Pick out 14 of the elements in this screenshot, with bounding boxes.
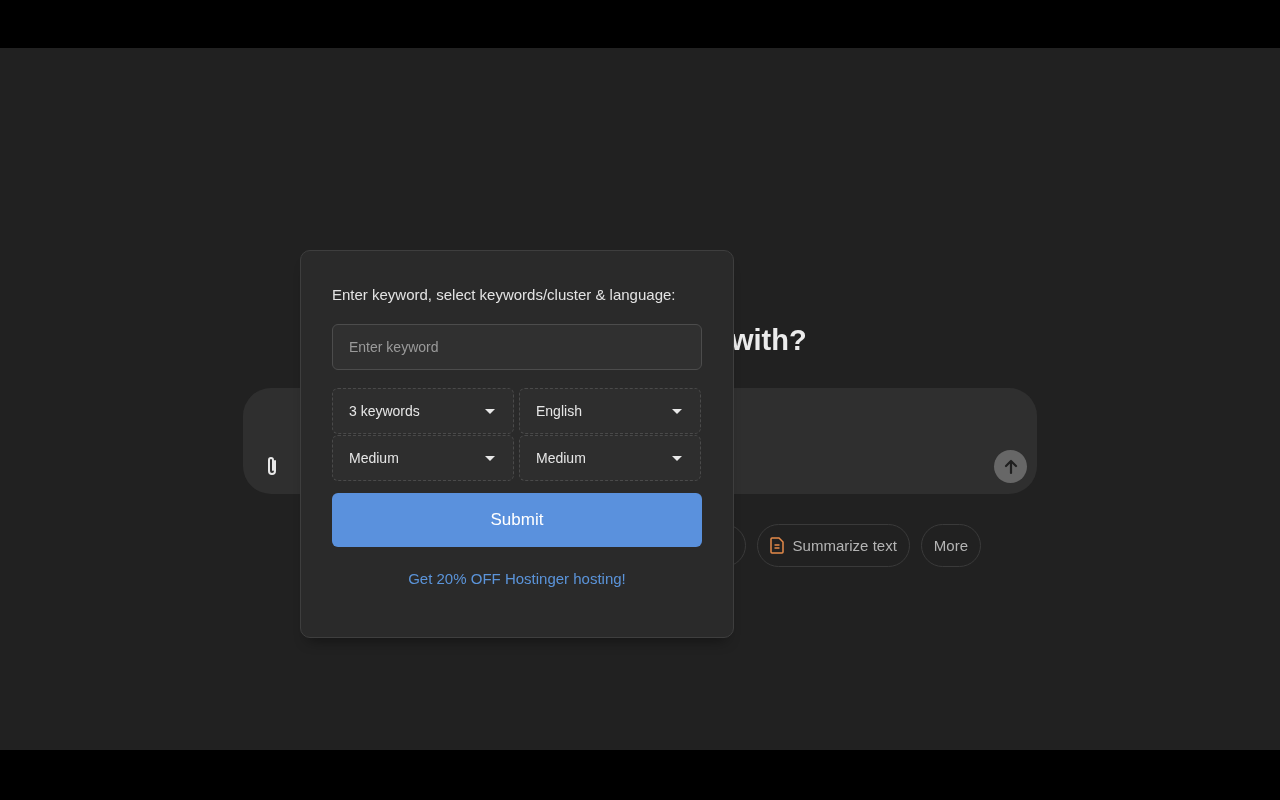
dropdown-select[interactable]: English [519, 388, 701, 434]
heading: with? [731, 323, 808, 358]
promo-link[interactable]: Get 20% OFF Hostinger hosting! [408, 570, 626, 587]
keyword-input-field[interactable]: Enter keyword [332, 324, 702, 370]
dropdown-select[interactable]: Medium [332, 435, 514, 481]
send-button[interactable] [994, 450, 1027, 483]
caret-icon [485, 408, 495, 414]
dropdown-select[interactable]: 3 keywords [332, 388, 514, 434]
document-icon [769, 537, 784, 554]
dialog-title: Enter keyword, select keywords/cluster & language: [332, 286, 677, 304]
caret-icon [672, 408, 682, 414]
dropdown-select[interactable]: Medium [519, 435, 701, 481]
caret-icon [672, 455, 682, 461]
caret-icon [485, 455, 495, 461]
